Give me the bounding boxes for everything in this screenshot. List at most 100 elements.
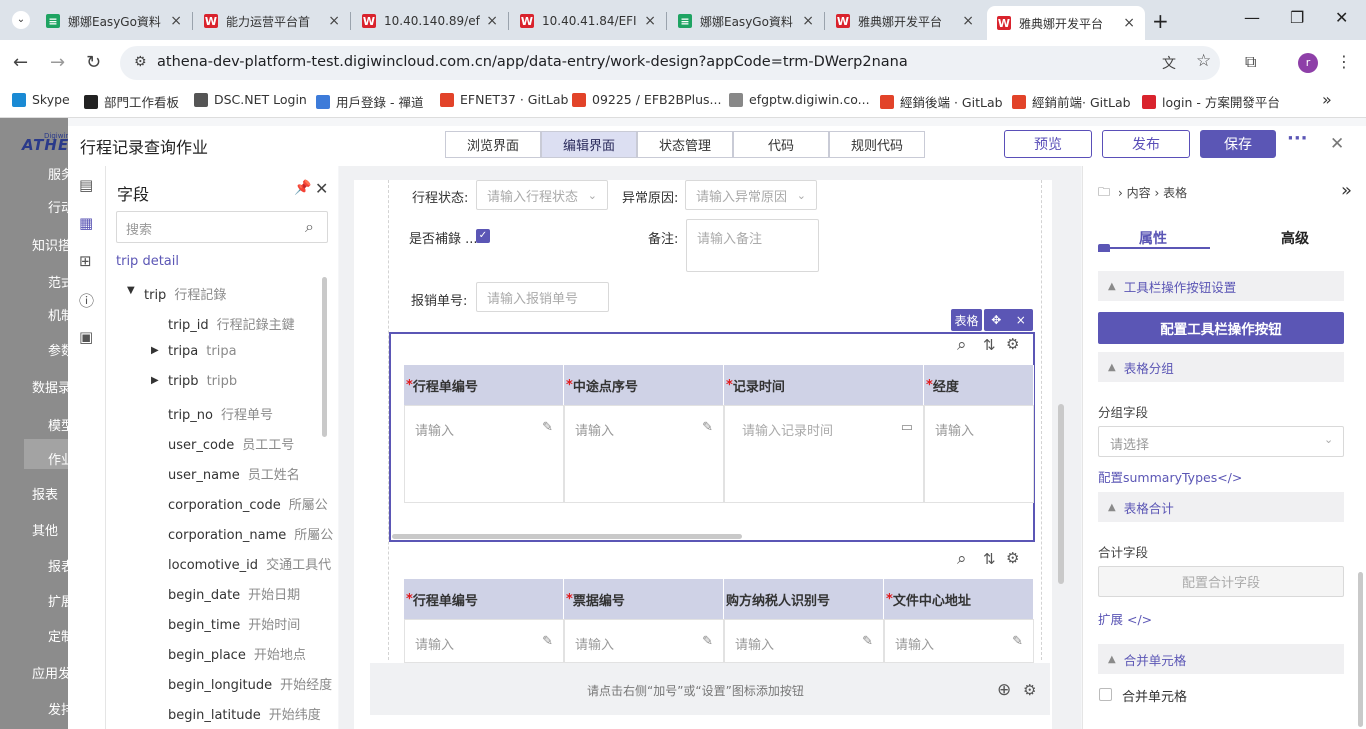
tab-close-icon[interactable]: × (486, 13, 498, 29)
group-field-select[interactable]: 请选择 ⌄ (1098, 426, 1344, 457)
merge-checkbox[interactable] (1099, 688, 1112, 701)
menu-kebab-icon[interactable]: ⋮ (1336, 52, 1352, 71)
browser-tab[interactable]: ≡ 娜娜EasyGo資料 × (668, 6, 824, 36)
edit-icon[interactable]: ✎ (542, 420, 553, 435)
nav-item[interactable]: 应用发 (32, 663, 71, 682)
edit-icon[interactable]: ✎ (542, 634, 553, 649)
tab-close-icon[interactable]: × (644, 13, 656, 29)
bookmark-item[interactable]: 經銷後端 · GitLab (880, 92, 1003, 111)
config-total-button[interactable]: 配置合计字段 (1098, 566, 1344, 597)
save-button[interactable]: 保存 (1200, 130, 1276, 158)
site-info-icon[interactable]: ⚙ (134, 54, 147, 70)
table2-sort-icon[interactable]: ⇅ (983, 550, 996, 568)
close-icon[interactable]: ✕ (1330, 134, 1344, 154)
preview-button[interactable]: 预览 (1004, 130, 1092, 158)
edit-icon[interactable]: ✎ (1012, 634, 1023, 649)
property-panel-scrollbar[interactable] (1358, 572, 1363, 727)
table1-sort-icon[interactable]: ⇅ (983, 336, 996, 354)
remark-textarea[interactable]: 请输入备注 (686, 219, 819, 272)
extensions-icon[interactable]: ⧉ (1245, 52, 1256, 72)
nav-item[interactable]: 其他 (32, 520, 58, 539)
field-root[interactable]: trip detail (116, 254, 179, 269)
field-item[interactable]: begin_latitude 开始纬度 (168, 704, 321, 723)
section-total[interactable]: ▲ 表格合计 (1098, 492, 1344, 522)
field-panel-scrollbar[interactable] (322, 277, 327, 437)
delete-icon[interactable]: × (1016, 313, 1026, 327)
tab-close-icon[interactable]: × (802, 13, 814, 29)
browser-tab[interactable]: W 10.40.140.89/ef × (352, 6, 508, 36)
field-item[interactable]: begin_time 开始时间 (168, 614, 300, 633)
nav-item[interactable]: 知识搭 (32, 235, 71, 254)
bookmark-item[interactable]: DSC.NET Login (194, 92, 307, 107)
tab-segment[interactable]: 编辑界面 (541, 131, 637, 158)
table2-settings-icon[interactable]: ⚙ (1006, 549, 1019, 567)
pin-icon[interactable]: 📌 (294, 180, 311, 196)
table1-hscroll[interactable] (392, 534, 742, 539)
avatar[interactable]: r (1298, 53, 1318, 73)
table-tag[interactable]: 表格 (951, 309, 982, 331)
bookmark-item[interactable]: Skype (12, 92, 70, 107)
search-icon[interactable]: ⌕ (305, 217, 314, 237)
table1-search-icon[interactable]: ⌕ (957, 335, 967, 355)
table-cell[interactable]: 请输入 ✎ (884, 619, 1034, 663)
fields-icon[interactable]: ▦ (79, 214, 93, 232)
tab-close-icon[interactable]: × (170, 13, 182, 29)
new-tab-icon[interactable]: + (1152, 9, 1169, 33)
tab-segment[interactable]: 状态管理 (637, 131, 733, 158)
more-icon[interactable]: ··· (1287, 128, 1308, 149)
breadcrumb-table[interactable]: 表格 (1163, 186, 1187, 200)
move-icon[interactable]: ✥ (991, 313, 1001, 327)
trip-status-select[interactable]: 请输入行程状态 ⌄ (476, 180, 608, 210)
table-cell[interactable]: 请输入 ✎ (404, 405, 564, 503)
expand-toggle-icon[interactable]: ▶ (151, 345, 159, 356)
field-item[interactable]: locomotive_id 交通工具代 (168, 554, 331, 573)
restore-icon[interactable]: ❐ (1290, 8, 1304, 27)
tab-segment[interactable]: 规则代码 (829, 131, 925, 158)
summary-types-link[interactable]: 配置summaryTypes</> (1098, 467, 1242, 486)
bookmark-item[interactable]: login - 方案開發平台 (1142, 92, 1280, 111)
tab-close-icon[interactable]: × (1123, 15, 1135, 31)
section-group[interactable]: ▲ 表格分组 (1098, 352, 1344, 382)
field-item[interactable]: tripa tripa (168, 344, 237, 359)
table-cell[interactable]: 请输入 ✎ (404, 619, 564, 663)
forward-icon[interactable]: → (50, 52, 65, 73)
bookmark-item[interactable]: efgptw.digiwin.co... (729, 92, 870, 107)
table-cell[interactable]: 请输入 (924, 405, 1034, 503)
publish-button[interactable]: 发布 (1102, 130, 1190, 158)
config-toolbar-button[interactable]: 配置工具栏操作按钮 (1098, 312, 1344, 344)
extend-link[interactable]: 扩展 </> (1098, 609, 1152, 628)
field-item[interactable]: begin_place 开始地点 (168, 644, 306, 663)
field-item[interactable]: corporation_name 所屬公 (168, 524, 333, 543)
field-item[interactable]: tripb tripb (168, 374, 237, 389)
field-search-input[interactable]: 搜索 ⌕ (116, 211, 328, 243)
bottom-settings-icon[interactable]: ⚙ (1023, 681, 1036, 699)
edit-icon[interactable]: ✎ (702, 420, 713, 435)
field-panel-close-icon[interactable]: ✕ (315, 179, 328, 198)
tab-close-icon[interactable]: × (328, 13, 340, 29)
address-bar[interactable]: ⚙ athena-dev-platform-test.digiwincloud.… (120, 46, 1220, 80)
nav-item[interactable]: 数据录 (32, 377, 71, 396)
table2-search-icon[interactable]: ⌕ (957, 549, 967, 569)
bookmark-star-icon[interactable]: ☆ (1196, 51, 1211, 71)
tab-search-button[interactable]: ⌄ (12, 11, 30, 29)
tab-advanced[interactable]: 高级 (1281, 228, 1309, 248)
browser-tab[interactable]: W 雅典娜开发平台 × (826, 6, 984, 36)
edit-icon[interactable]: ✎ (862, 634, 873, 649)
table-cell[interactable]: 请输入 ✎ (564, 619, 724, 663)
browser-tab[interactable]: W 能力运营平台首 × (194, 6, 350, 36)
reload-icon[interactable]: ↻ (86, 52, 101, 73)
back-icon[interactable]: ← (13, 52, 28, 73)
table-cell[interactable]: 请输入 ✎ (564, 405, 724, 503)
browser-tab[interactable]: W 雅典娜开发平台 × (987, 6, 1145, 40)
tab-segment[interactable]: 代码 (733, 131, 829, 158)
add-button-icon[interactable]: ⊕ (997, 680, 1011, 700)
section-toolbar[interactable]: ▲ 工具栏操作按钮设置 (1098, 271, 1344, 301)
components-icon[interactable]: ⊞ (79, 252, 92, 270)
edit-icon[interactable]: ✎ (702, 634, 713, 649)
tab-properties[interactable]: 属性 (1139, 228, 1167, 248)
outline-icon[interactable]: ▤ (79, 176, 93, 194)
abnormal-select[interactable]: 请输入异常原因 ⌄ (685, 180, 817, 210)
supplement-checkbox[interactable]: ✓ (476, 229, 490, 243)
field-item[interactable]: begin_date 开始日期 (168, 584, 300, 603)
table-cell[interactable]: 请输入 ✎ (724, 619, 884, 663)
